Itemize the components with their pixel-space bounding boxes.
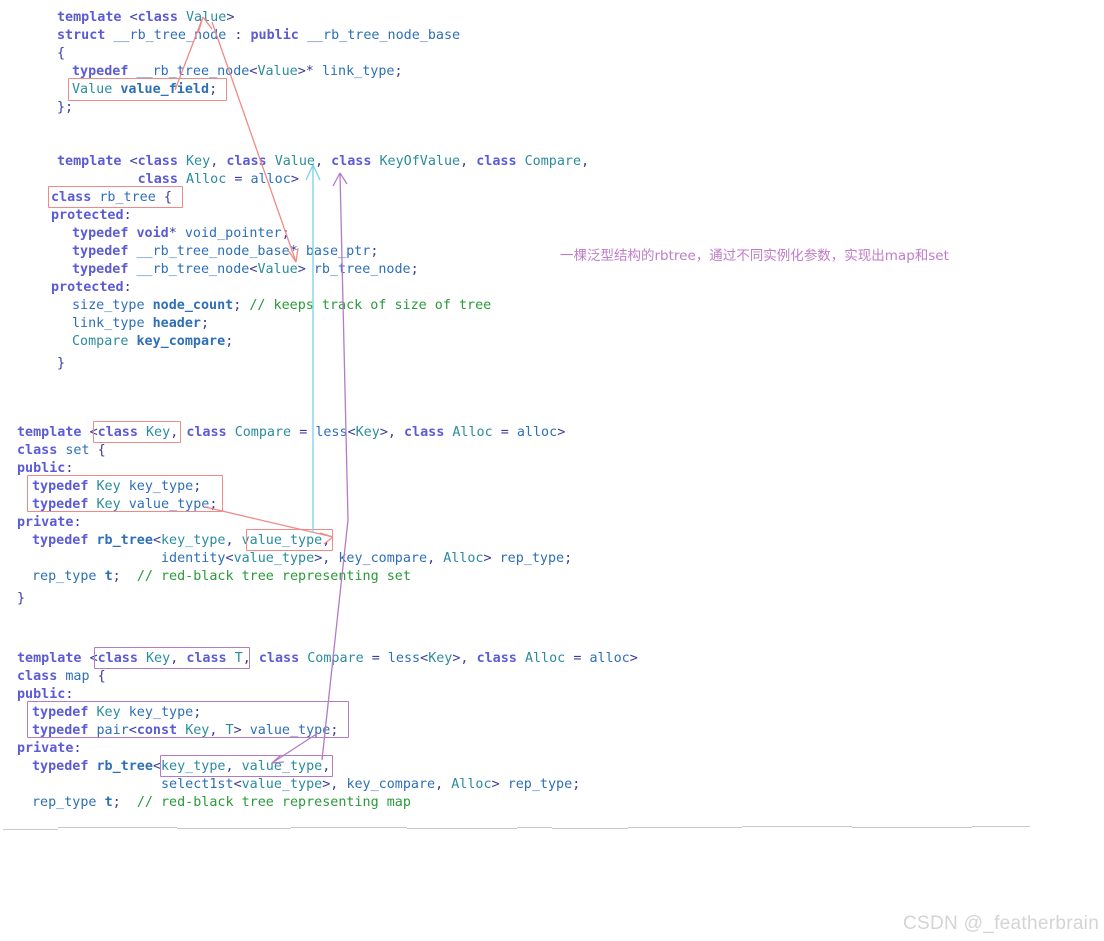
code-line: private:: [17, 741, 82, 756]
code-line: };: [57, 100, 74, 115]
footer-rule-segment: [58, 827, 177, 828]
footer-rule-segment: [972, 826, 1030, 827]
code-line: typedef Key key_type;: [32, 479, 202, 494]
footer-rule-segment: [552, 828, 628, 829]
code-line: link_type header;: [72, 316, 210, 331]
code-line: template <class Value>: [57, 10, 235, 25]
code-line: struct __rb_tree_node : public __rb_tree…: [57, 28, 461, 43]
code-line: public:: [17, 461, 74, 476]
code-line: typedef rb_tree<key_type, value_type,: [32, 533, 331, 548]
footer-rule-segment: [3, 829, 58, 830]
code-line: {: [57, 46, 66, 61]
code-line: class Alloc = alloc>: [137, 172, 299, 187]
code-line: identity<value_type>, key_compare, Alloc…: [161, 551, 573, 566]
code-line: typedef rb_tree<key_type, value_type,: [32, 759, 331, 774]
code-line: template <class Key, class Value, class …: [57, 154, 590, 169]
code-line: typedef Key value_type;: [32, 497, 218, 512]
code-line: class rb_tree {: [51, 190, 172, 205]
code-line: rep_type t; // red-black tree representi…: [32, 569, 411, 584]
footer-rule-segment: [852, 827, 972, 828]
code-line: size_type node_count; // keeps track of …: [72, 298, 492, 313]
code-line: private:: [17, 515, 82, 530]
code-line: typedef __rb_tree_node<Value> rb_tree_no…: [72, 262, 419, 277]
code-line: typedef void* void_pointer;: [72, 226, 290, 241]
footer-rule-segment: [628, 827, 742, 828]
annotation-note-text: 一棵泛型结构的rbtree，通过不同实例化参数，实现出map和set: [560, 248, 949, 264]
code-line: typedef Key key_type;: [32, 705, 202, 720]
code-line: typedef __rb_tree_node<Value>* link_type…: [72, 64, 403, 79]
csdn-watermark: CSDN @_featherbrain: [903, 913, 1100, 934]
code-line: class set {: [17, 443, 106, 458]
code-line: typedef __rb_tree_node_base* base_ptr;: [72, 244, 379, 259]
code-line: select1st<value_type>, key_compare, Allo…: [161, 777, 581, 792]
code-listing: template <class Value> struct __rb_tree_…: [0, 0, 1104, 830]
code-line: rep_type t; // red-black tree representi…: [32, 795, 411, 810]
code-line: typedef pair<const Key, T> value_type;: [32, 723, 339, 738]
footer-rule-segment: [742, 826, 852, 827]
code-line: Value value_field;: [72, 82, 218, 97]
code-line: template <class Key, class Compare = les…: [17, 425, 566, 440]
code-line: protected:: [51, 280, 132, 295]
footer-rule-segment: [407, 828, 517, 829]
footer-rule-segment: [291, 827, 407, 828]
code-line: Compare key_compare;: [72, 334, 234, 349]
code-line: protected:: [51, 208, 132, 223]
code-line: }: [17, 591, 26, 606]
footer-rule-segment: [177, 828, 291, 829]
code-line: }: [57, 356, 66, 371]
code-line: public:: [17, 687, 74, 702]
footer-rule-segment: [517, 827, 552, 828]
code-line: class map {: [17, 669, 106, 684]
code-line: template <class Key, class T, class Comp…: [17, 651, 638, 666]
